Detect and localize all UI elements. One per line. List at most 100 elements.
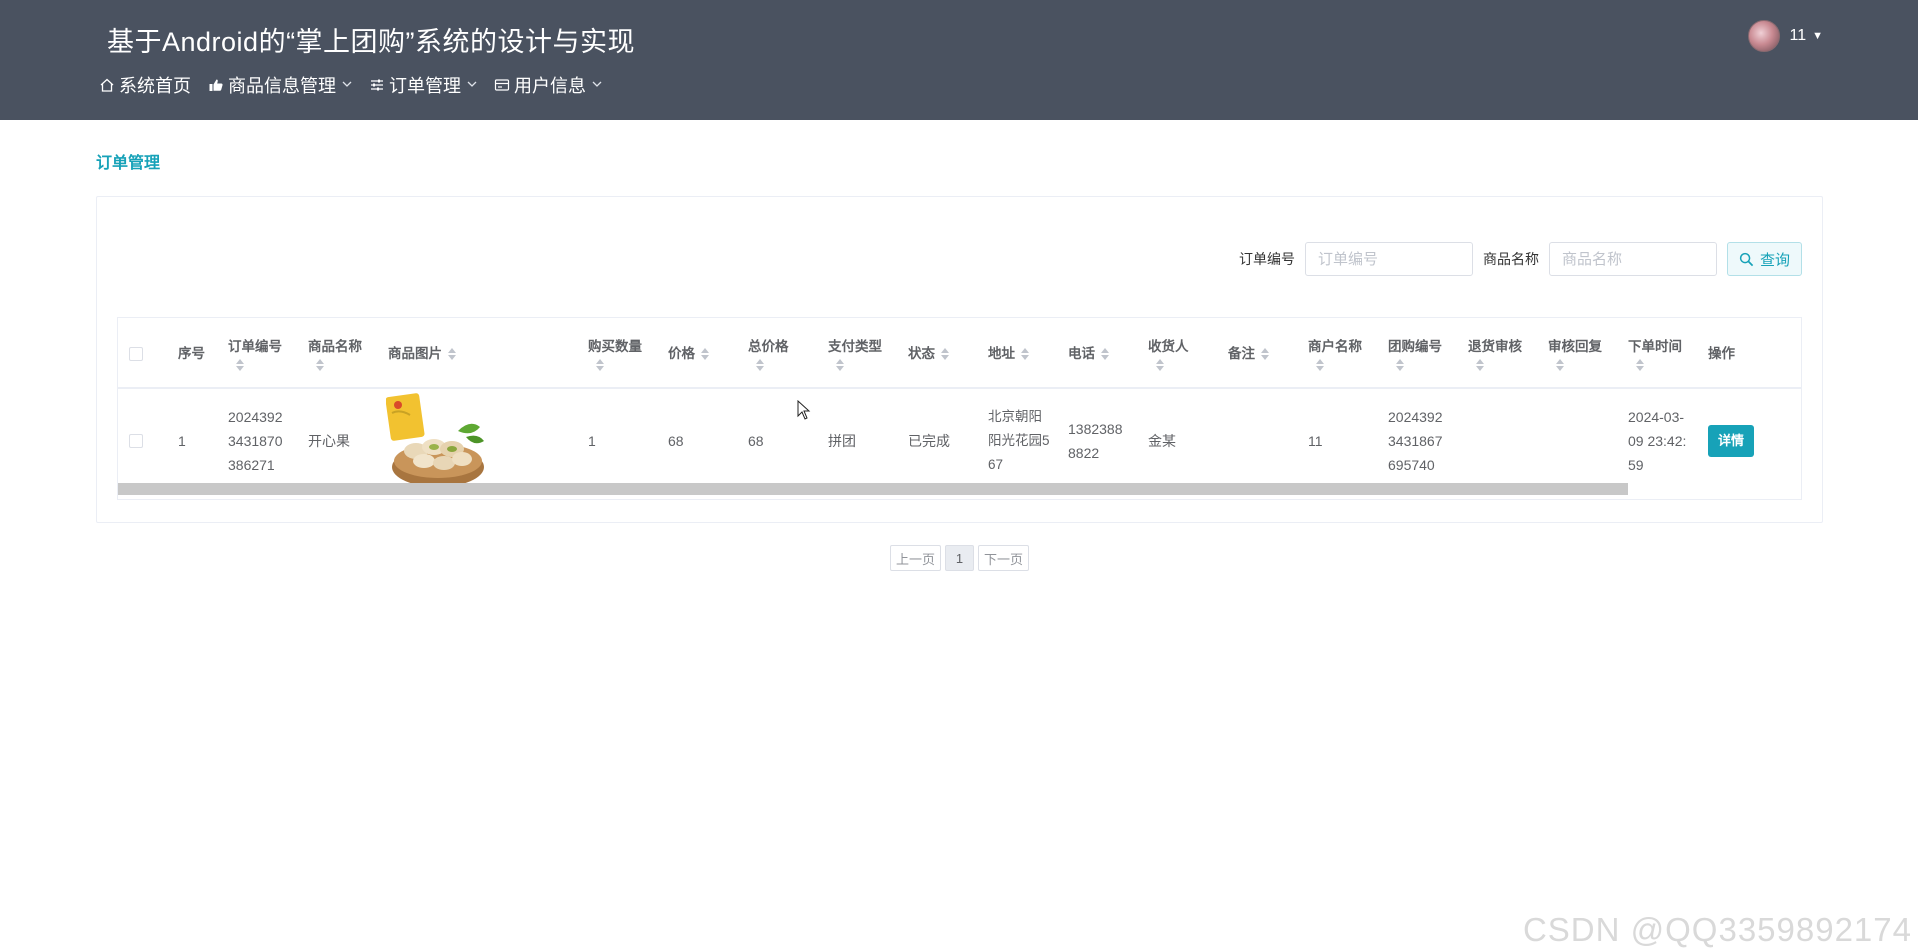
nav-item-label: 商品信息管理 <box>228 76 336 96</box>
cell-price: 68 <box>668 433 684 449</box>
select-all-checkbox[interactable] <box>129 346 143 361</box>
search-bar: 订单编号 商品名称 查询 <box>1239 242 1802 276</box>
home-icon <box>98 76 116 94</box>
cell-product-image <box>386 391 490 491</box>
sort-icon[interactable] <box>1316 358 1324 371</box>
column-header-address[interactable]: 地址 <box>988 318 1029 389</box>
sort-icon[interactable] <box>1636 358 1644 371</box>
cell-address: 北京朝阳阳光花园567 <box>988 409 1050 472</box>
cell-action: 详情 <box>1708 391 1755 491</box>
nav-item-label: 用户信息 <box>514 76 586 96</box>
card-icon <box>493 76 511 94</box>
prev-page-button[interactable]: 上一页 <box>890 545 941 571</box>
chevron-down-icon <box>592 79 602 91</box>
main-nav: 系统首页 商品信息管理 订单管理 用户信息 <box>98 72 618 98</box>
cell-total: 68 <box>748 433 764 449</box>
sort-icon[interactable] <box>1556 358 1564 371</box>
next-page-button[interactable]: 下一页 <box>978 545 1029 571</box>
column-header-phone[interactable]: 电话 <box>1068 318 1109 389</box>
cell-order-time: 2024-03-09 23:42:59 <box>1628 409 1687 473</box>
row-checkbox-cell <box>129 391 143 491</box>
chevron-down-icon <box>342 79 352 91</box>
sort-icon[interactable] <box>941 347 949 360</box>
sort-icon[interactable] <box>1476 358 1484 371</box>
mouse-cursor-icon <box>797 400 811 420</box>
cell-receiver: 金某 <box>1148 433 1176 449</box>
horizontal-scrollbar[interactable] <box>118 483 1628 495</box>
table-row: 1 20243923431870386271 开心果 1 68 68 拼团 已完… <box>118 391 1801 491</box>
nav-item-order-management[interactable]: 订单管理 <box>368 72 477 98</box>
orders-table: 序号 订单编号 商品名称 商品图片 购买数量 价格 总价格 支付类型 状态 地址… <box>117 317 1802 500</box>
sort-icon[interactable] <box>836 358 844 371</box>
cell-merchant: 11 <box>1308 433 1323 449</box>
column-header-action: 操作 <box>1708 345 1735 361</box>
nav-item-product-info[interactable]: 商品信息管理 <box>207 72 352 98</box>
order-no-label: 订单编号 <box>1239 251 1295 267</box>
sort-icon[interactable] <box>236 358 244 371</box>
sort-icon[interactable] <box>448 347 456 360</box>
breadcrumb[interactable]: 订单管理 <box>96 149 160 173</box>
cell-index: 1 <box>178 433 186 449</box>
select-all-checkbox-cell <box>129 318 143 389</box>
sort-icon[interactable] <box>1101 347 1109 360</box>
cell-group-no: 20243923431867695740 <box>1388 409 1443 473</box>
sort-icon[interactable] <box>596 358 604 371</box>
order-no-input[interactable] <box>1305 242 1473 276</box>
chevron-down-icon <box>467 79 477 91</box>
column-header-price[interactable]: 价格 <box>668 318 709 389</box>
thumbs-up-icon <box>207 76 225 94</box>
sort-icon[interactable] <box>1021 347 1029 360</box>
sort-icon[interactable] <box>316 358 324 371</box>
column-header-index: 序号 <box>178 345 205 361</box>
cell-pay-type: 拼团 <box>828 433 856 449</box>
column-header-review-reply[interactable]: 审核回复 <box>1548 318 1602 389</box>
sliders-icon <box>368 76 386 94</box>
sort-icon[interactable] <box>1156 358 1164 371</box>
avatar <box>1747 20 1780 52</box>
column-header-quantity[interactable]: 购买数量 <box>588 318 642 389</box>
watermark: CSDN @QQ3359892174 <box>1522 911 1912 948</box>
table-header: 序号 订单编号 商品名称 商品图片 购买数量 价格 总价格 支付类型 状态 地址… <box>118 318 1801 389</box>
column-header-refund-review[interactable]: 退货审核 <box>1468 318 1522 389</box>
user-name: 11 <box>1789 27 1807 44</box>
sort-icon[interactable] <box>1396 358 1404 371</box>
nav-item-home[interactable]: 系统首页 <box>98 72 191 98</box>
column-header-order-no[interactable]: 订单编号 <box>228 318 282 389</box>
cell-product-name: 开心果 <box>308 433 350 449</box>
sort-icon[interactable] <box>701 347 709 360</box>
row-checkbox[interactable] <box>129 434 143 448</box>
search-button-label: 查询 <box>1759 251 1790 269</box>
nav-item-label: 系统首页 <box>119 76 191 96</box>
page-number-button[interactable]: 1 <box>945 545 974 571</box>
cell-order-no: 20243923431870386271 <box>228 409 283 473</box>
user-menu[interactable]: 11 ▼ <box>1747 20 1823 52</box>
nav-item-user-info[interactable]: 用户信息 <box>493 72 602 98</box>
sort-icon[interactable] <box>756 358 764 371</box>
cell-status: 已完成 <box>908 433 950 449</box>
cell-phone: 13823888822 <box>1068 421 1123 461</box>
search-button[interactable]: 查询 <box>1727 242 1802 276</box>
column-header-status[interactable]: 状态 <box>908 318 949 389</box>
nav-item-label: 订单管理 <box>389 76 461 96</box>
sort-icon[interactable] <box>1261 347 1269 360</box>
pistachio-image <box>386 393 484 487</box>
column-header-product-name[interactable]: 商品名称 <box>308 318 362 389</box>
cell-quantity: 1 <box>588 433 596 449</box>
column-header-note[interactable]: 备注 <box>1228 318 1269 389</box>
column-header-merchant[interactable]: 商户名称 <box>1308 318 1362 389</box>
detail-button[interactable]: 详情 <box>1708 425 1755 457</box>
caret-down-icon: ▼ <box>1812 30 1823 42</box>
column-header-total[interactable]: 总价格 <box>748 318 789 389</box>
pagination: 上一页 1 下一页 <box>890 545 1033 571</box>
search-icon <box>1739 252 1754 266</box>
column-header-product-image[interactable]: 商品图片 <box>388 318 456 389</box>
order-list-card: 订单编号 商品名称 查询 序号 订单编号 商品名称 商品图 <box>96 196 1823 523</box>
column-header-receiver[interactable]: 收货人 <box>1148 318 1189 389</box>
product-name-label: 商品名称 <box>1483 251 1539 267</box>
product-name-input[interactable] <box>1549 242 1717 276</box>
top-header: 基于Android的“掌上团购”系统的设计与实现 系统首页 商品信息管理 订单管… <box>0 0 1918 120</box>
column-header-pay-type[interactable]: 支付类型 <box>828 318 882 389</box>
column-header-group-no[interactable]: 团购编号 <box>1388 318 1442 389</box>
app-title: 基于Android的“掌上团购”系统的设计与实现 <box>107 27 636 57</box>
column-header-order-time[interactable]: 下单时间 <box>1628 318 1682 389</box>
